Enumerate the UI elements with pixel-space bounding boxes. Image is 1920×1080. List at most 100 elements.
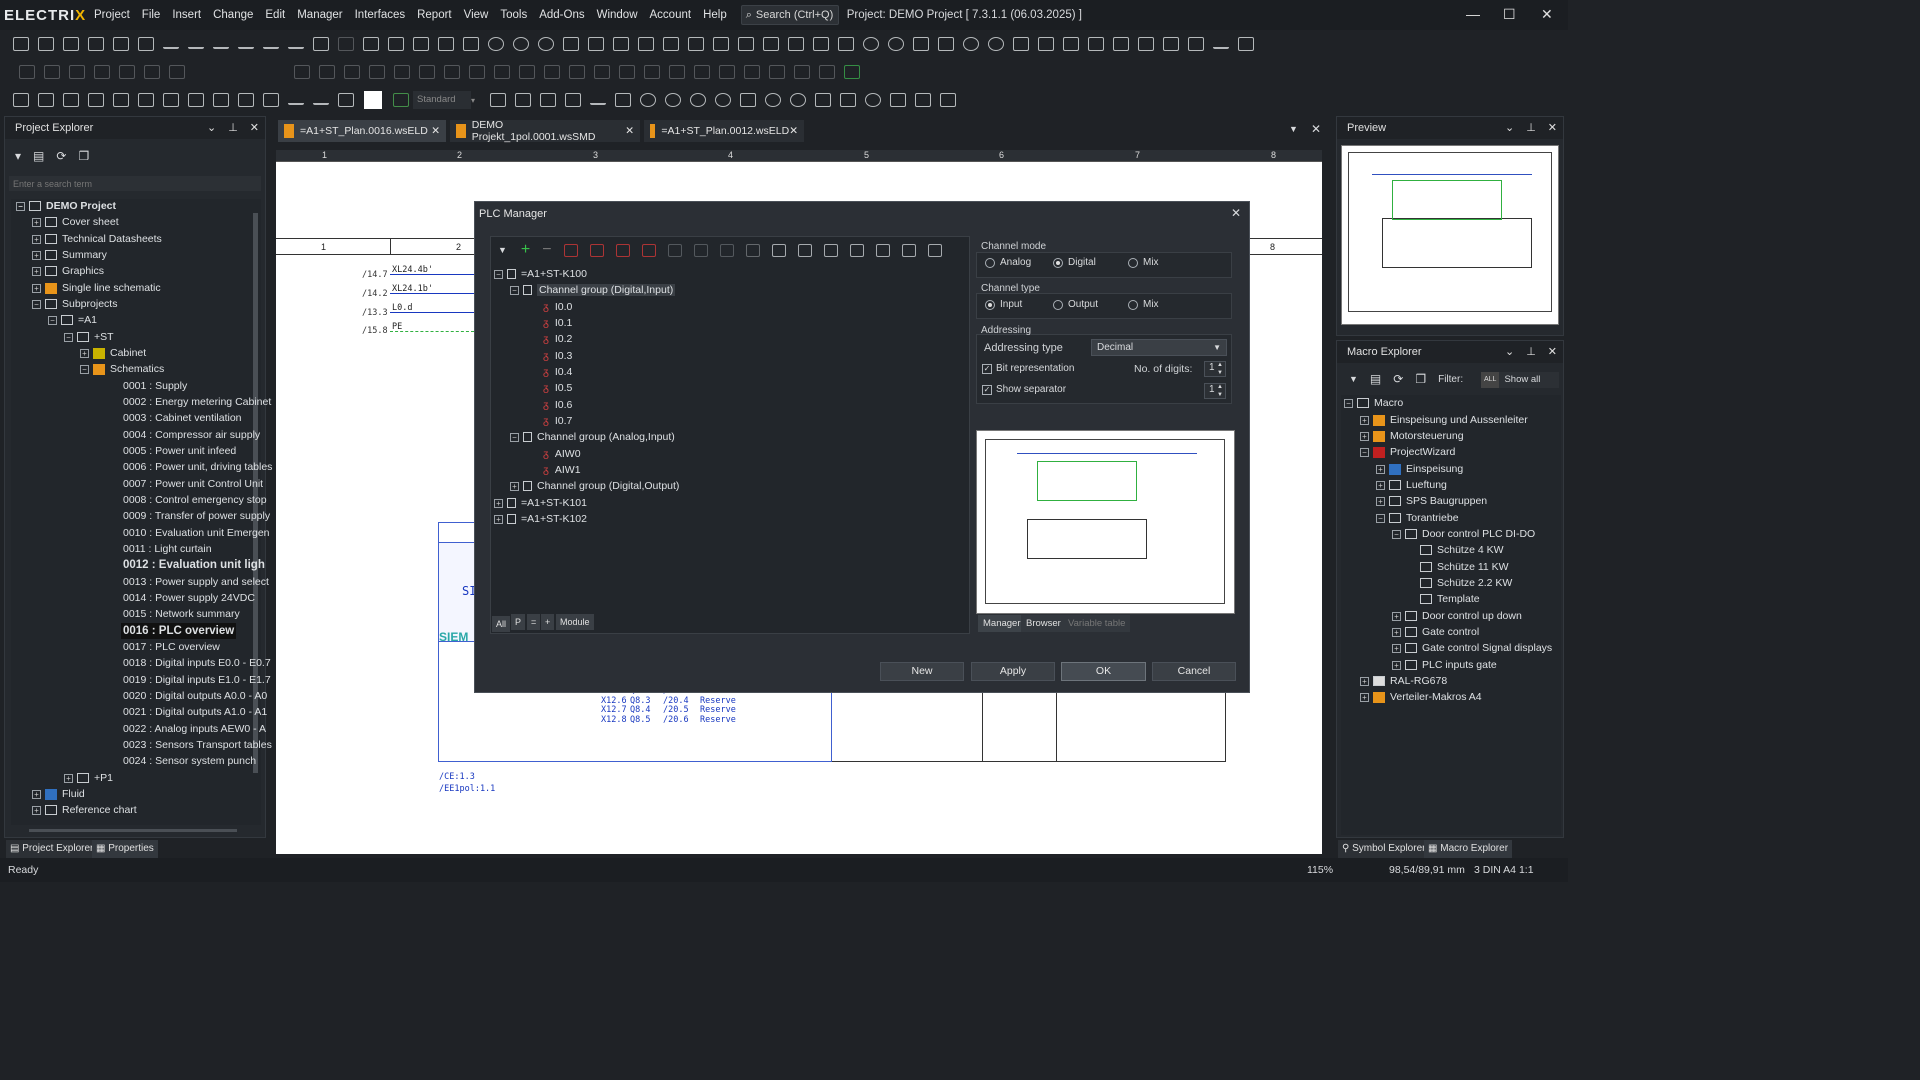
tool-q-icon[interactable] bbox=[518, 65, 535, 79]
tab-symbol-explorer[interactable]: ⚲ Symbol Explorer bbox=[1338, 840, 1430, 858]
rotate-icon[interactable] bbox=[112, 93, 129, 107]
polyline-icon[interactable] bbox=[739, 93, 756, 107]
macro-item[interactable]: + Gate control bbox=[1392, 624, 1479, 640]
eye-icon[interactable] bbox=[862, 37, 879, 51]
tab-properties[interactable]: ▦ Properties bbox=[92, 840, 158, 858]
close-tab-icon[interactable]: ✕ bbox=[431, 125, 440, 137]
draw-line-icon[interactable] bbox=[589, 95, 606, 105]
textbox-icon[interactable] bbox=[564, 93, 581, 107]
paste-icon[interactable] bbox=[412, 37, 429, 51]
import-icon[interactable] bbox=[1062, 37, 1079, 51]
tool-m-icon[interactable] bbox=[418, 65, 435, 79]
pin-icon[interactable]: ⊥ bbox=[1526, 345, 1536, 358]
layers-icon[interactable] bbox=[762, 37, 779, 51]
tree-item[interactable]: + Cabinet bbox=[80, 345, 146, 361]
tool-s-icon[interactable] bbox=[568, 65, 585, 79]
close-button[interactable]: ✕ bbox=[1541, 6, 1553, 23]
copy-icon[interactable]: ❐ bbox=[78, 149, 89, 163]
cable-icon[interactable] bbox=[662, 37, 679, 51]
plc-tree-channel[interactable]: ᵹ AIW1 bbox=[543, 462, 581, 478]
close-icon[interactable]: ✕ bbox=[1548, 345, 1557, 358]
line-style-icon[interactable] bbox=[287, 95, 304, 105]
tree-item[interactable]: − +ST bbox=[64, 329, 114, 345]
report2-icon[interactable] bbox=[587, 37, 604, 51]
redo-icon[interactable] bbox=[337, 37, 354, 51]
save-icon[interactable] bbox=[62, 37, 79, 51]
tree-page[interactable]: 0023 : Sensors Transport tables bbox=[123, 737, 272, 753]
macro-item[interactable]: + Gate control Signal displays bbox=[1392, 640, 1552, 656]
export-icon[interactable] bbox=[849, 243, 864, 257]
back-icon[interactable] bbox=[162, 39, 179, 49]
table-icon[interactable] bbox=[737, 37, 754, 51]
filter-module-button[interactable]: Module bbox=[556, 614, 594, 630]
arc-icon[interactable] bbox=[664, 93, 681, 107]
digits-spinner[interactable]: 1 ▲ ▼ bbox=[1204, 361, 1226, 377]
window-icon[interactable] bbox=[1012, 37, 1029, 51]
arc3-icon[interactable] bbox=[714, 93, 731, 107]
menu-window[interactable]: Window bbox=[591, 9, 644, 21]
cancel-button[interactable]: Cancel bbox=[1152, 662, 1236, 681]
align-icon[interactable] bbox=[62, 93, 79, 107]
pin-icon[interactable]: ⊥ bbox=[1526, 121, 1536, 134]
plc-tree-channel[interactable]: ᵹ AIW0 bbox=[543, 446, 581, 462]
open-icon[interactable] bbox=[37, 37, 54, 51]
doc-icon[interactable] bbox=[837, 37, 854, 51]
tool-o-icon[interactable] bbox=[468, 65, 485, 79]
macro-leaf[interactable]: Template bbox=[1420, 591, 1480, 607]
explorer-hscrollbar[interactable] bbox=[29, 829, 237, 832]
tool-ab-icon[interactable] bbox=[793, 65, 810, 79]
measure2-icon[interactable] bbox=[1162, 37, 1179, 51]
macro-leaf[interactable]: Schütze 4 KW bbox=[1420, 542, 1504, 558]
undo-icon[interactable] bbox=[312, 37, 329, 51]
doc-tab-0012[interactable]: =A1+ST_Plan.0012.wsELD ✕ bbox=[644, 120, 804, 142]
tool-ac-icon[interactable] bbox=[818, 65, 835, 79]
tree-page[interactable]: 0002 : Energy metering Cabinet bbox=[123, 394, 271, 410]
close-tab-icon[interactable]: ✕ bbox=[789, 125, 798, 137]
tree-add4-icon[interactable] bbox=[641, 243, 656, 257]
dimension3-icon[interactable] bbox=[939, 93, 956, 107]
plc-tree-channel[interactable]: ᵹ I0.7 bbox=[543, 413, 572, 429]
rectangle-icon[interactable] bbox=[614, 93, 631, 107]
doc-tab-0016[interactable]: =A1+ST_Plan.0016.wsELD ✕ bbox=[278, 120, 446, 142]
radio-mix-type[interactable]: Mix bbox=[1128, 299, 1159, 310]
plc-tree-channel[interactable]: ᵹ I0.1 bbox=[543, 315, 572, 331]
radio-output[interactable]: Output bbox=[1053, 299, 1098, 310]
dropdown-icon[interactable]: ▼ bbox=[498, 245, 507, 255]
macro-leaf[interactable]: Schütze 2.2 KW bbox=[1420, 575, 1512, 591]
color-swatch[interactable] bbox=[364, 91, 382, 109]
macro-item[interactable]: − ProjectWizard bbox=[1360, 444, 1455, 460]
folder-icon[interactable]: ▤ bbox=[33, 149, 44, 163]
next-page-icon[interactable] bbox=[287, 39, 304, 49]
prev-page-icon[interactable] bbox=[262, 39, 279, 49]
moon-icon[interactable] bbox=[887, 37, 904, 51]
radio-analog[interactable]: Analog bbox=[985, 257, 1031, 268]
minimize-button[interactable]: — bbox=[1466, 6, 1480, 22]
tree-page[interactable]: 0005 : Power unit infeed bbox=[123, 443, 236, 459]
close-icon[interactable]: ✕ bbox=[250, 121, 259, 134]
tree-page[interactable]: 0011 : Light curtain bbox=[123, 541, 212, 557]
radio-digital[interactable]: Digital bbox=[1053, 257, 1096, 268]
tree-item[interactable]: − Subprojects bbox=[32, 296, 117, 312]
cut-icon[interactable] bbox=[693, 243, 708, 257]
plc-tree-group[interactable]: + Channel group (Digital,Output) bbox=[510, 478, 679, 494]
plc-tree-module[interactable]: − =A1+ST-K100 bbox=[494, 266, 587, 282]
macro-item[interactable]: − Torantriebe bbox=[1376, 510, 1459, 526]
ok-button[interactable]: OK bbox=[1061, 662, 1146, 681]
macro-item[interactable]: + SPS Baugruppen bbox=[1376, 493, 1487, 509]
check2-icon[interactable] bbox=[937, 37, 954, 51]
filter-eq-button[interactable]: = bbox=[527, 614, 541, 630]
dropdown-icon[interactable]: ▾ bbox=[15, 149, 21, 163]
dropdown-icon[interactable]: ▼ bbox=[1349, 374, 1358, 384]
tree-page[interactable]: 0009 : Transfer of power supply bbox=[123, 508, 270, 524]
tree-page[interactable]: 0006 : Power unit, driving tables bbox=[123, 459, 272, 475]
tool-a-icon[interactable] bbox=[18, 65, 35, 79]
layer-icon[interactable] bbox=[392, 93, 409, 107]
tool-n-icon[interactable] bbox=[443, 65, 460, 79]
tree-item[interactable]: + Summary bbox=[32, 247, 107, 263]
table-icon[interactable] bbox=[927, 243, 942, 257]
menu-tools[interactable]: Tools bbox=[494, 9, 533, 21]
plc-tree-group[interactable]: − Channel group (Digital,Input) bbox=[510, 282, 676, 298]
tool-z-icon[interactable] bbox=[743, 65, 760, 79]
tree-page[interactable]: 0014 : Power supply 24VDC bbox=[123, 590, 255, 606]
refresh-icon[interactable]: ⟳ bbox=[56, 149, 66, 163]
